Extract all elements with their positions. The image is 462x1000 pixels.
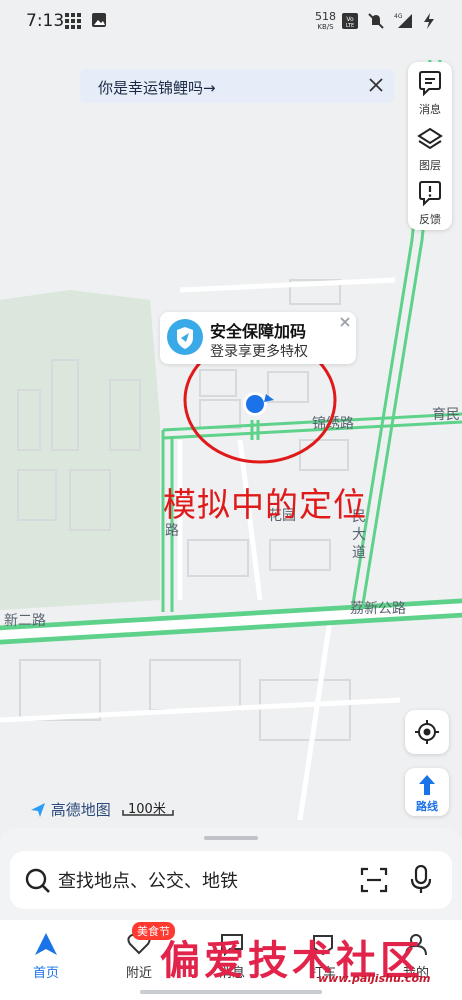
clock: 7:13 <box>26 11 65 31</box>
tool-layers[interactable]: 图层 <box>408 122 452 174</box>
amap-logo-text: 高德地图 <box>50 801 111 819</box>
road-label-lixin: 荔新公路 <box>350 601 406 617</box>
layers-icon <box>417 127 443 150</box>
grid-app-icon <box>65 13 81 29</box>
svg-text:LTE: LTE <box>346 23 354 29</box>
mute-bell-icon <box>368 13 384 29</box>
gallery-icon <box>92 13 106 27</box>
promo-banner[interactable]: 你是幸运锦鲤吗→ <box>80 69 394 103</box>
popup-title: 安全保障加码 <box>210 322 307 341</box>
current-location-marker[interactable] <box>240 388 280 422</box>
tool-message[interactable]: 消息 <box>408 66 452 118</box>
crosshair-icon <box>415 720 439 744</box>
home-arrow-icon <box>35 933 57 955</box>
banner-text: 你是幸运锦鲤吗→ <box>98 79 216 97</box>
status-bar: 7:13 518 KB/S Vo LTE 4G <box>0 0 462 44</box>
map-scale: 100米 <box>122 798 174 817</box>
feedback-icon <box>419 181 441 207</box>
route-arrow-icon <box>419 775 435 795</box>
gesture-bar <box>140 990 322 994</box>
amap-logo: 高德地图 <box>30 799 111 820</box>
route-label: 路线 <box>416 800 438 813</box>
tool-message-label: 消息 <box>419 103 441 116</box>
watermark-url: www.paijishu.com <box>318 972 431 985</box>
amap-logo-icon <box>31 803 45 817</box>
annotation-text: 模拟中的定位 <box>163 485 367 524</box>
shield-icon <box>167 319 203 355</box>
search-input[interactable] <box>56 865 350 897</box>
popup-subtitle: 登录享更多特权 <box>210 344 308 360</box>
volte-icon: Vo LTE <box>342 13 358 29</box>
sheet-drag-handle[interactable] <box>204 836 258 840</box>
nav-home-label: 首页 <box>32 966 59 981</box>
search-icon <box>25 868 50 893</box>
microphone-icon[interactable] <box>410 865 432 895</box>
network-speed: 518 KB/S <box>315 10 336 31</box>
road-label-yumin: 育民 <box>432 407 460 423</box>
scale-bar <box>122 810 174 816</box>
nav-home[interactable]: 首页 <box>6 920 86 990</box>
banner-close-icon[interactable] <box>364 73 388 97</box>
svg-text:4G: 4G <box>394 13 403 20</box>
signal-icon: 4G <box>394 13 412 28</box>
tool-feedback-label: 反馈 <box>419 213 441 226</box>
search-bar[interactable] <box>10 851 452 909</box>
login-promo-popup[interactable]: 安全保障加码 登录享更多特权 <box>160 312 356 364</box>
charging-icon <box>424 13 434 29</box>
popup-close-icon[interactable] <box>338 315 352 329</box>
map-tools-panel: 消息 图层 反馈 <box>408 62 452 230</box>
tool-feedback[interactable]: 反馈 <box>408 176 452 228</box>
scan-icon[interactable] <box>360 867 388 893</box>
svg-text:Vo: Vo <box>346 16 354 23</box>
tool-layers-label: 图层 <box>419 159 441 172</box>
locate-me-button[interactable] <box>405 710 449 754</box>
route-button[interactable]: 路线 <box>405 768 449 816</box>
road-label-xiner: 新二路 <box>4 613 46 629</box>
message-icon <box>419 71 441 97</box>
